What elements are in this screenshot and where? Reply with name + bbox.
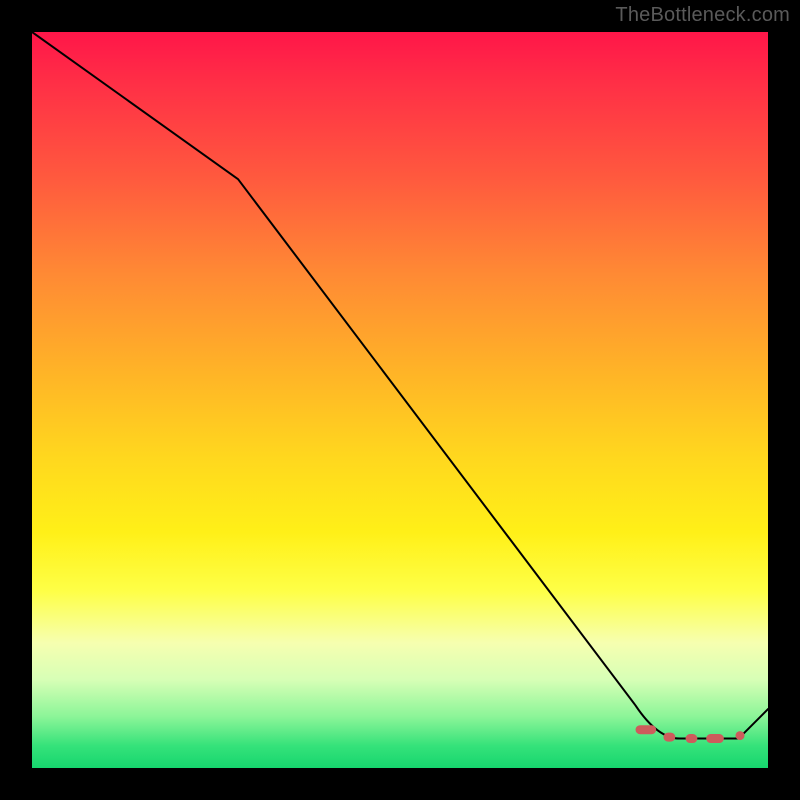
bottleneck-curve (32, 32, 768, 739)
marker-pill (706, 734, 724, 743)
chart-overlay (32, 32, 768, 768)
plot-area (32, 32, 768, 768)
marker-pill (636, 725, 657, 734)
chart-frame: TheBottleneck.com (0, 0, 800, 800)
marker-dot (736, 731, 745, 740)
marker-group (636, 725, 745, 743)
watermark-text: TheBottleneck.com (615, 4, 790, 27)
marker-pill (686, 734, 698, 743)
marker-pill (663, 733, 675, 742)
